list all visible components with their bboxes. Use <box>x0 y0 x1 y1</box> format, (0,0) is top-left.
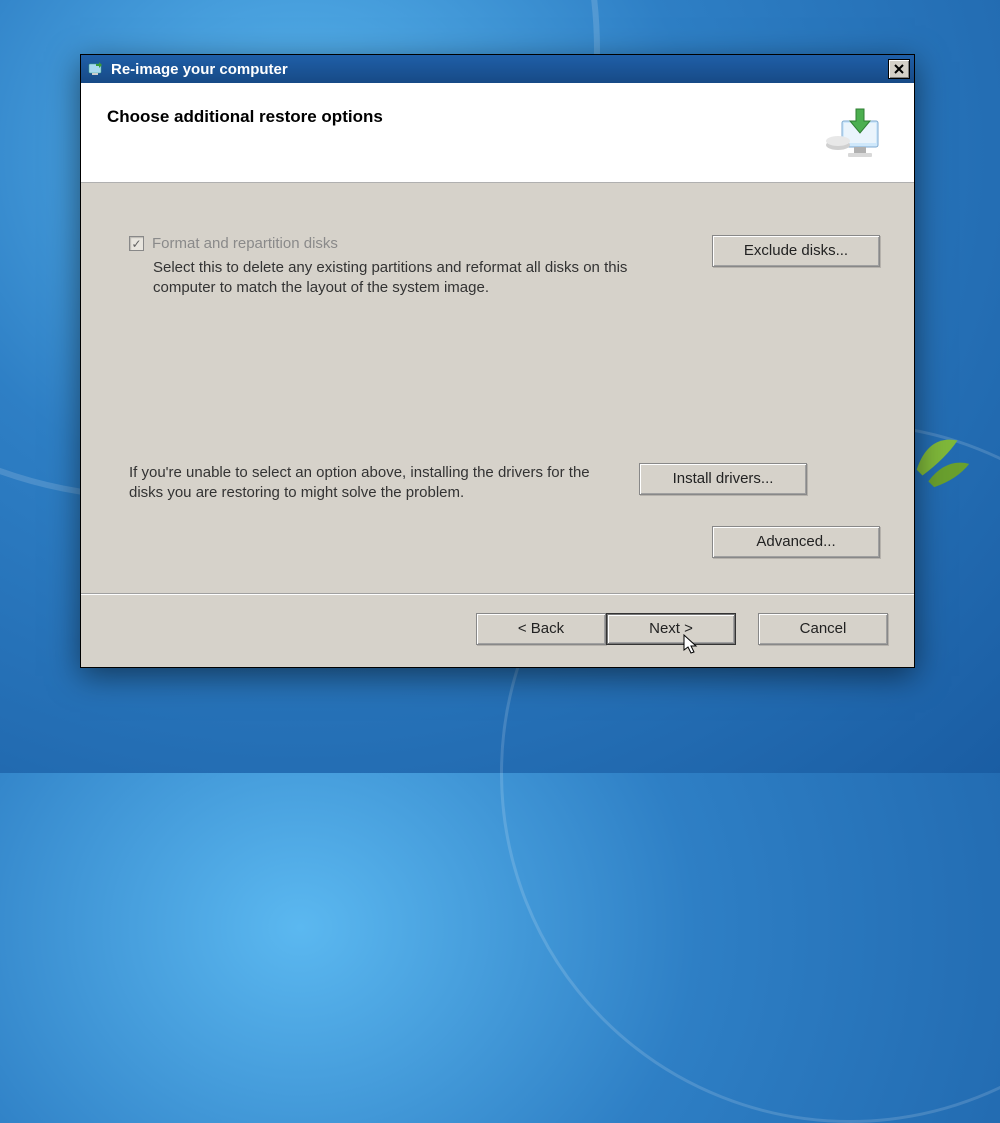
advanced-button[interactable]: Advanced... <box>712 526 880 558</box>
cancel-button[interactable]: Cancel <box>758 613 888 645</box>
wizard-header: Choose additional restore options <box>81 83 914 183</box>
format-repartition-description: Select this to delete any existing parti… <box>153 258 663 299</box>
install-drivers-button[interactable]: Install drivers... <box>639 463 807 495</box>
window-title: Re-image your computer <box>111 61 888 78</box>
install-drivers-description: If you're unable to select an option abo… <box>129 463 639 504</box>
page-title: Choose additional restore options <box>107 107 824 127</box>
close-button[interactable] <box>888 59 910 79</box>
cursor-icon <box>683 634 701 667</box>
reimage-wizard-dialog: Re-image your computer Choose additional… <box>80 54 915 668</box>
titlebar: Re-image your computer <box>81 55 914 83</box>
app-icon <box>87 60 105 78</box>
exclude-disks-button[interactable]: Exclude disks... <box>712 235 880 267</box>
next-button[interactable]: Next > <box>606 613 736 645</box>
restore-icon <box>824 107 888 161</box>
desktop-leaf-decoration <box>905 423 975 493</box>
next-button-label: Next > <box>649 620 693 637</box>
format-repartition-checkbox: ✓ <box>129 236 144 251</box>
back-button[interactable]: < Back <box>476 613 606 645</box>
format-repartition-label: Format and repartition disks <box>152 235 338 252</box>
wizard-footer: < Back Next > Cancel <box>81 594 914 667</box>
wizard-content: ✓ Format and repartition disks Select th… <box>81 183 914 593</box>
